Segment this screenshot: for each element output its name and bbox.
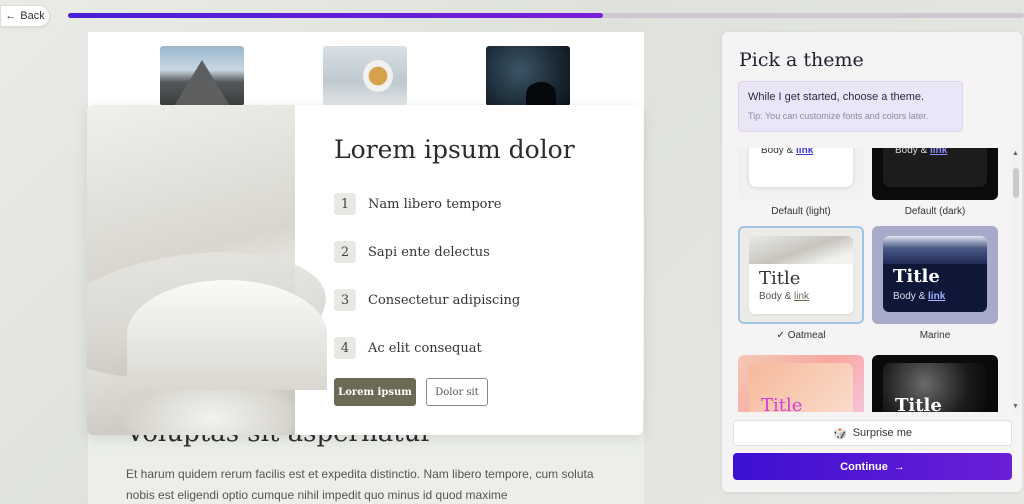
night-sky-image <box>486 46 570 106</box>
continue-button[interactable]: Continue → <box>733 453 1012 480</box>
mountain-image <box>160 46 244 106</box>
arrow-right-icon: → <box>893 460 905 473</box>
theme-label: Oatmeal <box>787 330 826 341</box>
sample-body: Body & <box>895 148 928 156</box>
sample-body: Body & <box>893 291 926 302</box>
list-number: 2 <box>334 241 356 263</box>
theme-scrollbar[interactable]: ▲ ▼ <box>1012 148 1020 412</box>
panel-title: Pick a theme <box>739 49 864 71</box>
continue-label: Continue <box>840 460 888 473</box>
list-number: 1 <box>334 193 356 215</box>
sample-title: Title <box>893 266 940 287</box>
tip-box: While I get started, choose a theme. Tip… <box>738 81 963 132</box>
sample-title: Title <box>895 395 942 412</box>
theme-label: Marine <box>919 330 951 341</box>
progress-bar <box>68 13 1024 18</box>
list-text: Sapi ente delectus <box>368 244 490 260</box>
sample-link: link <box>928 291 946 302</box>
list-item: 2 Sapi ente delectus <box>334 240 575 264</box>
theme-tile-oatmeal[interactable]: Title Body & link <box>738 226 864 324</box>
scroll-down-icon[interactable]: ▼ <box>1012 403 1019 410</box>
card-title: Lorem ipsum dolor <box>334 135 575 164</box>
back-button[interactable]: ← Back <box>0 5 50 27</box>
numbered-list: 1 Nam libero tempore 2 Sapi ente delectu… <box>334 192 575 360</box>
tip-sub-text: Tip: You can customize fonts and colors … <box>748 111 929 121</box>
theme-tile-dark-abstract[interactable]: Title <box>872 355 998 412</box>
list-text: Nam libero tempore <box>368 196 502 212</box>
list-text: Consectetur adipiscing <box>368 292 521 308</box>
shuffle-icon: 🎲 <box>833 427 847 440</box>
list-number: 4 <box>334 337 356 359</box>
sample-title: Title <box>759 268 801 289</box>
abstract-art-image <box>87 105 334 435</box>
progress-fill <box>68 13 604 18</box>
preview-secondary-button: Dolor sit <box>426 378 488 406</box>
astronaut-image <box>323 46 407 106</box>
back-label: Back <box>20 10 45 22</box>
sample-link: link <box>930 148 948 156</box>
sample-body: Body & <box>761 148 794 156</box>
list-item: 1 Nam libero tempore <box>334 192 575 216</box>
theme-tile-gradient[interactable]: Title <box>738 355 864 412</box>
surprise-label: Surprise me <box>852 427 912 439</box>
preview-card: Lorem ipsum dolor 1 Nam libero tempore 2… <box>87 105 643 435</box>
preview-primary-button: Lorem ipsum <box>334 378 416 406</box>
theme-tile-default-light[interactable]: Title Body & link <box>738 148 864 200</box>
sample-title: Title <box>761 395 803 412</box>
list-item: 3 Consectetur adipiscing <box>334 288 575 312</box>
sample-body: Body & <box>759 291 792 302</box>
scroll-up-icon[interactable]: ▲ <box>1012 150 1019 157</box>
scroll-thumb[interactable] <box>1013 168 1019 198</box>
sample-link: link <box>794 291 810 302</box>
surprise-me-button[interactable]: 🎲 Surprise me <box>733 420 1012 446</box>
check-icon: ✓ <box>776 330 785 341</box>
theme-tile-default-dark[interactable]: Title Body & link <box>872 148 998 200</box>
section-paragraph: Et harum quidem rerum facilis est et exp… <box>126 467 594 502</box>
theme-tile-marine[interactable]: Title Body & link <box>872 226 998 324</box>
theme-label: Default (light) <box>771 206 831 217</box>
arrow-left-icon: ← <box>5 10 17 22</box>
tip-main-text: While I get started, choose a theme. <box>748 91 925 103</box>
list-text: Ac elit consequat <box>368 340 482 356</box>
sample-link: link <box>796 148 814 156</box>
theme-grid: Title Body & link Default (light) Title … <box>722 148 1012 412</box>
theme-label: Default (dark) <box>904 206 966 217</box>
list-item: 4 Ac elit consequat <box>334 336 575 360</box>
list-number: 3 <box>334 289 356 311</box>
theme-panel: Pick a theme While I get started, choose… <box>722 32 1022 492</box>
